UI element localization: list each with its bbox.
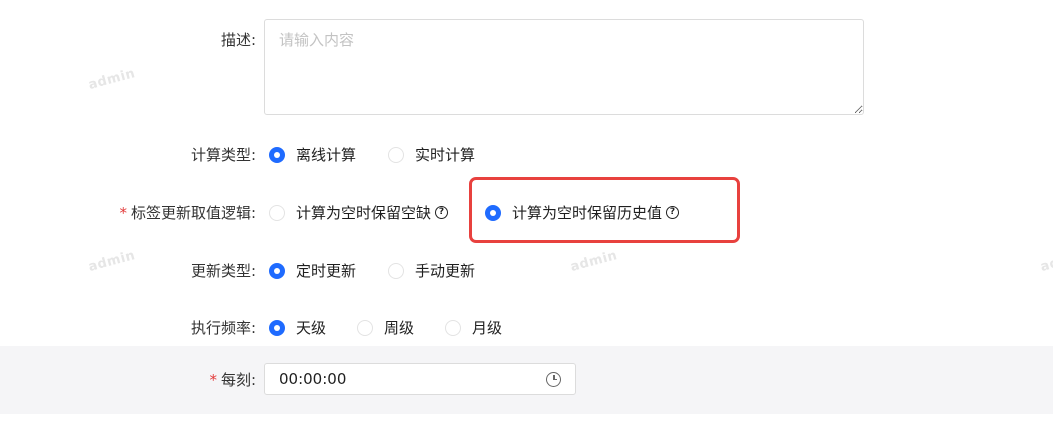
radio-manual-update[interactable]: 手动更新 bbox=[388, 260, 475, 281]
radio-unchecked-icon bbox=[269, 204, 285, 221]
every-time-label-text: 每刻: bbox=[220, 371, 256, 389]
calc-type-label: 计算类型: bbox=[190, 146, 256, 164]
question-circle-icon[interactable]: ? bbox=[435, 206, 449, 219]
radio-unchecked-icon bbox=[388, 262, 404, 279]
radio-offline-calc[interactable]: 离线计算 bbox=[269, 144, 356, 165]
frequency-label: 执行频率: bbox=[190, 319, 256, 337]
time-value: 00:00:00 bbox=[279, 370, 347, 388]
description-label: 描述: bbox=[220, 31, 256, 49]
tag-logic-label-text: 标签更新取值逻辑: bbox=[130, 204, 256, 222]
radio-unchecked-icon bbox=[357, 319, 373, 336]
radio-label: 月级 bbox=[472, 319, 503, 337]
update-type-label: 更新类型: bbox=[190, 262, 256, 280]
radio-checked-icon bbox=[269, 262, 285, 279]
radio-label: 周级 bbox=[384, 319, 415, 337]
radio-checked-icon bbox=[269, 319, 285, 336]
description-textarea[interactable] bbox=[264, 19, 864, 115]
time-picker[interactable]: 00:00:00 bbox=[264, 363, 576, 395]
watermark: admin bbox=[86, 248, 137, 275]
radio-label: 计算为空时保留空缺 bbox=[296, 204, 432, 222]
radio-label: 离线计算 bbox=[296, 146, 357, 164]
radio-daily[interactable]: 天级 bbox=[269, 317, 326, 338]
every-time-label: * 每刻: bbox=[209, 369, 256, 390]
watermark: admin bbox=[568, 248, 619, 275]
radio-scheduled-update[interactable]: 定时更新 bbox=[269, 260, 356, 281]
radio-keep-empty[interactable]: 计算为空时保留空缺 ? bbox=[269, 202, 449, 223]
radio-label: 实时计算 bbox=[415, 146, 476, 164]
radio-unchecked-icon bbox=[388, 146, 404, 163]
radio-checked-icon bbox=[269, 146, 285, 163]
required-mark: * bbox=[209, 371, 217, 389]
watermark: admin bbox=[1038, 248, 1053, 275]
watermark: admin bbox=[86, 66, 137, 93]
radio-label: 手动更新 bbox=[415, 262, 476, 280]
radio-label: 天级 bbox=[296, 319, 327, 337]
radio-weekly[interactable]: 周级 bbox=[357, 317, 414, 338]
radio-realtime-calc[interactable]: 实时计算 bbox=[388, 144, 475, 165]
radio-label: 定时更新 bbox=[296, 262, 357, 280]
required-mark: * bbox=[119, 204, 127, 222]
clock-icon[interactable] bbox=[546, 371, 561, 387]
radio-monthly[interactable]: 月级 bbox=[445, 317, 502, 338]
highlight-box bbox=[469, 177, 740, 243]
radio-unchecked-icon bbox=[445, 319, 461, 336]
tag-logic-label: * 标签更新取值逻辑: bbox=[119, 202, 256, 223]
